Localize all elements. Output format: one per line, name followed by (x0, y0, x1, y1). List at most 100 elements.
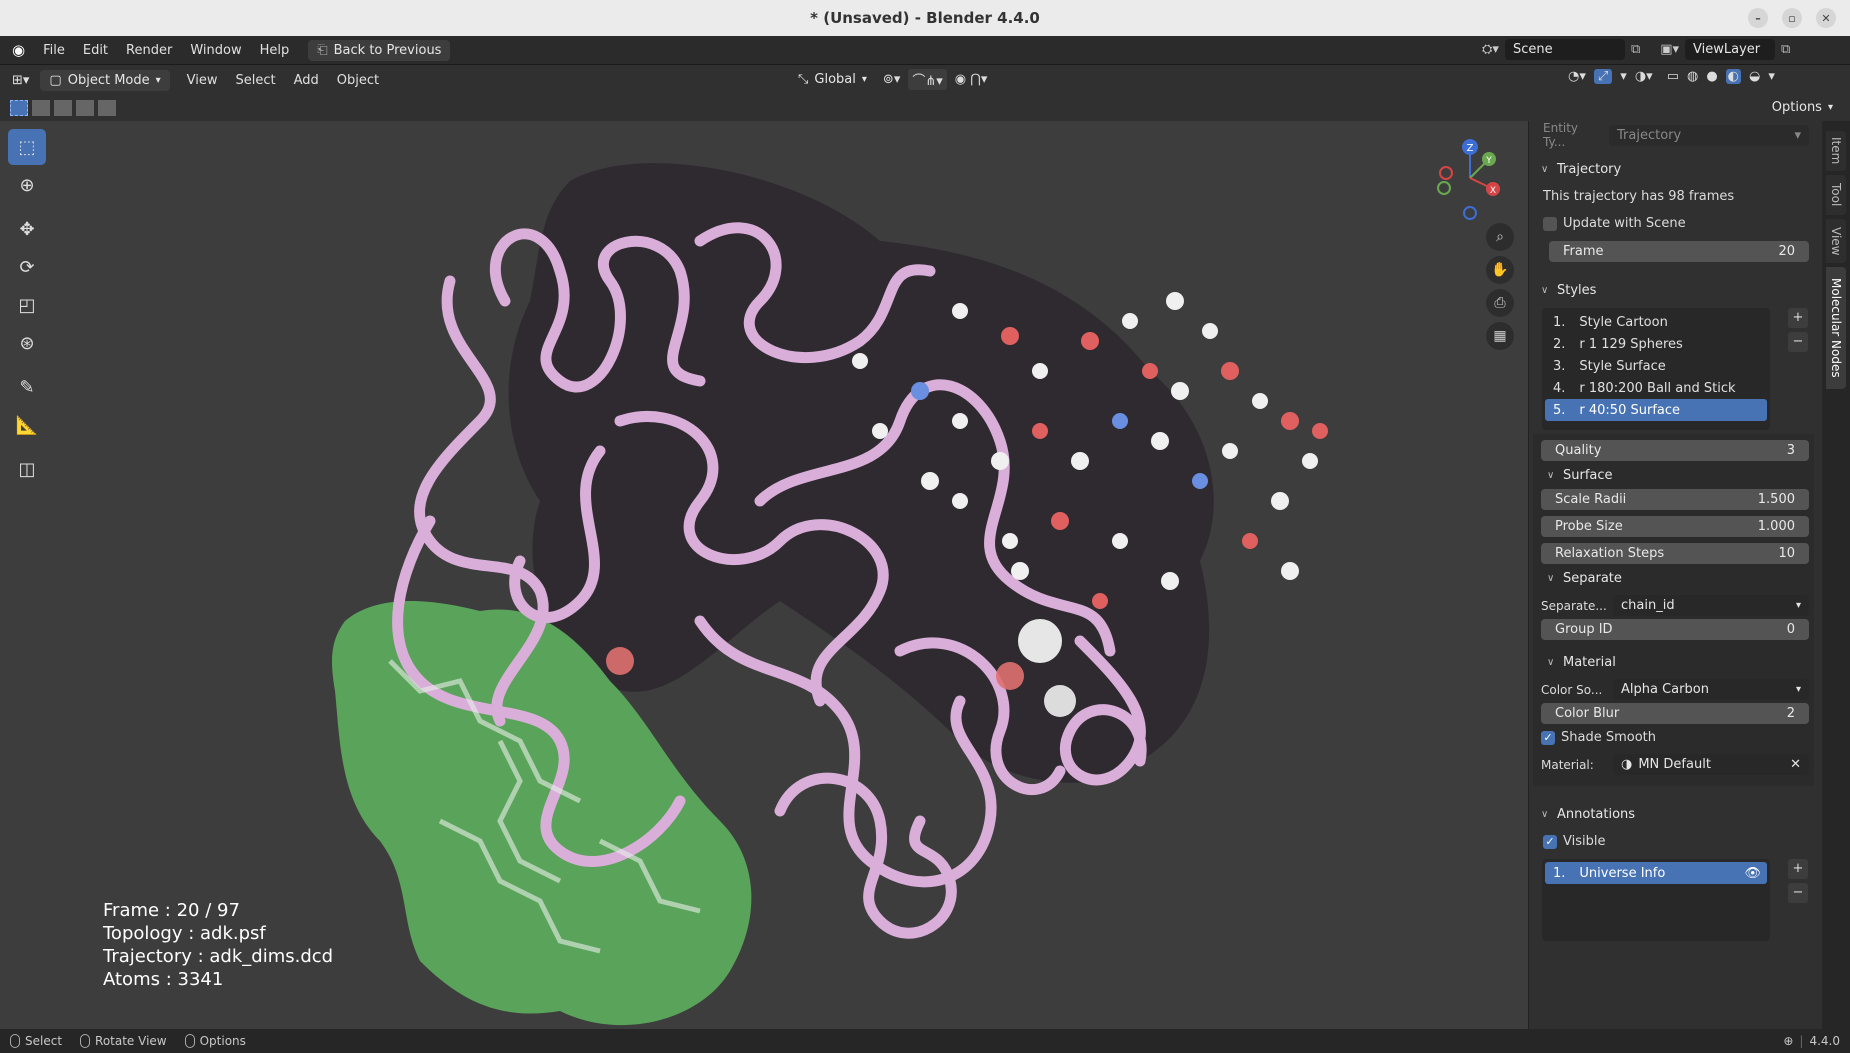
snap-icon[interactable]: ⌒⋔▾ (908, 69, 947, 90)
annotations-list[interactable]: 1. Universe Info 👁 (1542, 859, 1770, 941)
scene-new-icon[interactable]: ⧉ (1631, 42, 1640, 57)
probe-size-field[interactable]: Probe Size 1.000 (1541, 516, 1809, 537)
tab-item[interactable]: Item (1826, 131, 1846, 171)
tab-tool[interactable]: Tool (1826, 175, 1846, 215)
gizmo-dropdown-icon[interactable]: ▾ (1620, 69, 1627, 84)
shading-solid-icon[interactable]: ● (1706, 69, 1717, 84)
eye-icon[interactable]: 👁 (1744, 866, 1761, 881)
tab-molecular-nodes[interactable]: Molecular Nodes (1826, 267, 1846, 389)
menu-file[interactable]: File (34, 36, 74, 65)
shading-material-icon[interactable]: ◐ (1725, 69, 1742, 84)
xray-icon[interactable]: ▭ (1667, 69, 1679, 84)
camera-view-icon[interactable]: ⎙ (1486, 289, 1514, 317)
annotate-tool-icon[interactable]: ✎ (8, 369, 46, 405)
group-id-field[interactable]: Group ID 0 (1541, 619, 1809, 640)
remove-style-button[interactable]: − (1788, 332, 1808, 352)
remove-annotation-button[interactable]: − (1788, 883, 1808, 903)
scene-icon[interactable]: ⛭▾ (1482, 42, 1499, 57)
surface-panel-header[interactable]: ∨ Surface (1533, 461, 1814, 489)
entity-type-dropdown[interactable]: Trajectory ▾ (1609, 124, 1809, 146)
maximize-button[interactable]: ▫ (1782, 8, 1802, 28)
clear-material-icon[interactable]: ✕ (1790, 757, 1801, 772)
cursor-tool-icon[interactable]: ⊕ (8, 167, 46, 203)
3d-viewport[interactable]: ⬚ ⊕ ✥ ⟳ ◰ ⊛ ✎ 📐 ◫ Z Y X ⌕ ✋ ⎙ ▦ Frame : … (0, 121, 1528, 1029)
close-button[interactable]: ✕ (1816, 8, 1836, 28)
scale-radii-field[interactable]: Scale Radii 1.500 (1541, 489, 1809, 510)
style-item-3[interactable]: 3. Style Surface (1545, 355, 1767, 377)
select-subtract-icon[interactable] (54, 100, 72, 116)
viewlayer-new-icon[interactable]: ⧉ (1781, 42, 1790, 57)
material-selector[interactable]: ◑ MN Default ✕ (1613, 754, 1809, 775)
gizmo-toggle-icon[interactable]: ⤢ (1593, 69, 1613, 84)
tab-view[interactable]: View (1826, 219, 1846, 263)
select-intersect-icon[interactable] (98, 100, 116, 116)
mode-selector[interactable]: ▢ Object Mode ▾ (40, 69, 170, 91)
style-item-5[interactable]: 5. r 40:50 Surface (1545, 399, 1767, 421)
menu-help[interactable]: Help (251, 36, 299, 65)
relaxation-steps-field[interactable]: Relaxation Steps 10 (1541, 543, 1809, 564)
perspective-toggle-icon[interactable]: ▦ (1486, 322, 1514, 350)
minimize-button[interactable]: – (1748, 8, 1768, 28)
color-source-dropdown[interactable]: Alpha Carbon ▾ (1613, 679, 1809, 700)
add-annotation-button[interactable]: + (1788, 859, 1808, 879)
menu-add[interactable]: Add (285, 66, 328, 95)
shading-wireframe-icon[interactable]: ◍ (1687, 69, 1698, 84)
menu-select[interactable]: Select (227, 66, 285, 95)
transform-tool-icon[interactable]: ⊛ (8, 325, 46, 361)
select-box-tool-icon[interactable]: ⬚ (8, 129, 46, 165)
blender-logo-icon[interactable]: ◉ (0, 36, 34, 65)
shade-smooth-checkbox[interactable]: ✓ (1541, 730, 1555, 745)
update-with-scene-row[interactable]: Update with Scene (1529, 210, 1822, 237)
scale-tool-icon[interactable]: ◰ (8, 287, 46, 323)
proportional-edit-icon[interactable]: ◉ ⋂▾ (955, 72, 988, 87)
separate-panel-header[interactable]: ∨ Separate (1533, 564, 1814, 592)
navigation-gizmo[interactable]: Z Y X (1425, 133, 1515, 223)
color-blur-field[interactable]: Color Blur 2 (1541, 703, 1809, 724)
style-item-4[interactable]: 4. r 180:200 Ball and Stick (1545, 377, 1767, 399)
annotations-visible-row[interactable]: ✓ Visible (1529, 828, 1822, 855)
shading-rendered-icon[interactable]: ◒ (1749, 69, 1760, 84)
measure-tool-icon[interactable]: 📐 (8, 407, 46, 443)
shade-smooth-row[interactable]: ✓ Shade Smooth (1533, 724, 1814, 751)
add-cube-tool-icon[interactable]: ◫ (8, 451, 46, 487)
styles-list[interactable]: 1. Style Cartoon 2. r 1 129 Spheres 3. Styl… (1542, 308, 1770, 430)
move-tool-icon[interactable]: ✥ (8, 211, 46, 247)
pan-hand-icon[interactable]: ✋ (1486, 256, 1514, 284)
style-item-1[interactable]: 1. Style Cartoon (1545, 311, 1767, 333)
select-invert-icon[interactable] (76, 100, 94, 116)
transform-orientation[interactable]: ⤡ Global ▾ (790, 69, 875, 90)
menu-object[interactable]: Object (328, 66, 388, 95)
annotations-panel-header[interactable]: ∨ Annotations (1529, 800, 1822, 828)
add-style-button[interactable]: + (1788, 308, 1808, 328)
trajectory-panel-header[interactable]: ∨ Trajectory (1529, 155, 1822, 183)
chevron-down-icon: ▾ (1827, 102, 1833, 113)
select-extend-icon[interactable] (32, 100, 50, 116)
shading-dropdown-icon[interactable]: ▾ (1768, 69, 1775, 84)
menu-render[interactable]: Render (117, 36, 181, 65)
rotate-tool-icon[interactable]: ⟳ (8, 249, 46, 285)
options-dropdown[interactable]: Options ▾ (1762, 97, 1842, 118)
scene-selector[interactable]: Scene (1504, 39, 1625, 60)
scale-radii-value: 1.500 (1757, 492, 1795, 507)
update-with-scene-checkbox[interactable] (1543, 216, 1557, 231)
menu-window[interactable]: Window (181, 36, 250, 65)
overlay-toggle-icon[interactable]: ◑▾ (1635, 69, 1653, 84)
editor-type-icon[interactable]: ⊞▾ (0, 66, 38, 95)
viewlayer-selector[interactable]: ViewLayer (1685, 39, 1776, 60)
visibility-icon[interactable]: ◔▾ (1568, 69, 1586, 84)
back-to-previous-button[interactable]: ⎗ Back to Previous (308, 39, 451, 61)
pivot-icon[interactable]: ⊚▾ (883, 72, 900, 87)
menu-edit[interactable]: Edit (74, 36, 117, 65)
menu-view[interactable]: View (178, 66, 227, 95)
zoom-icon[interactable]: ⌕ (1486, 223, 1514, 251)
frame-field[interactable]: Frame 20 (1549, 241, 1809, 262)
annotation-item-1[interactable]: 1. Universe Info 👁 (1545, 862, 1767, 884)
quality-field[interactable]: Quality 3 (1541, 440, 1809, 461)
material-panel-header[interactable]: ∨ Material (1533, 648, 1814, 676)
viewlayer-icon[interactable]: ▣▾ (1660, 42, 1679, 57)
style-item-2[interactable]: 2. r 1 129 Spheres (1545, 333, 1767, 355)
separate-dropdown[interactable]: chain_id ▾ (1613, 595, 1809, 616)
select-new-icon[interactable] (10, 100, 28, 116)
annotations-visible-checkbox[interactable]: ✓ (1543, 834, 1557, 849)
styles-panel-header[interactable]: ∨ Styles (1529, 276, 1822, 304)
